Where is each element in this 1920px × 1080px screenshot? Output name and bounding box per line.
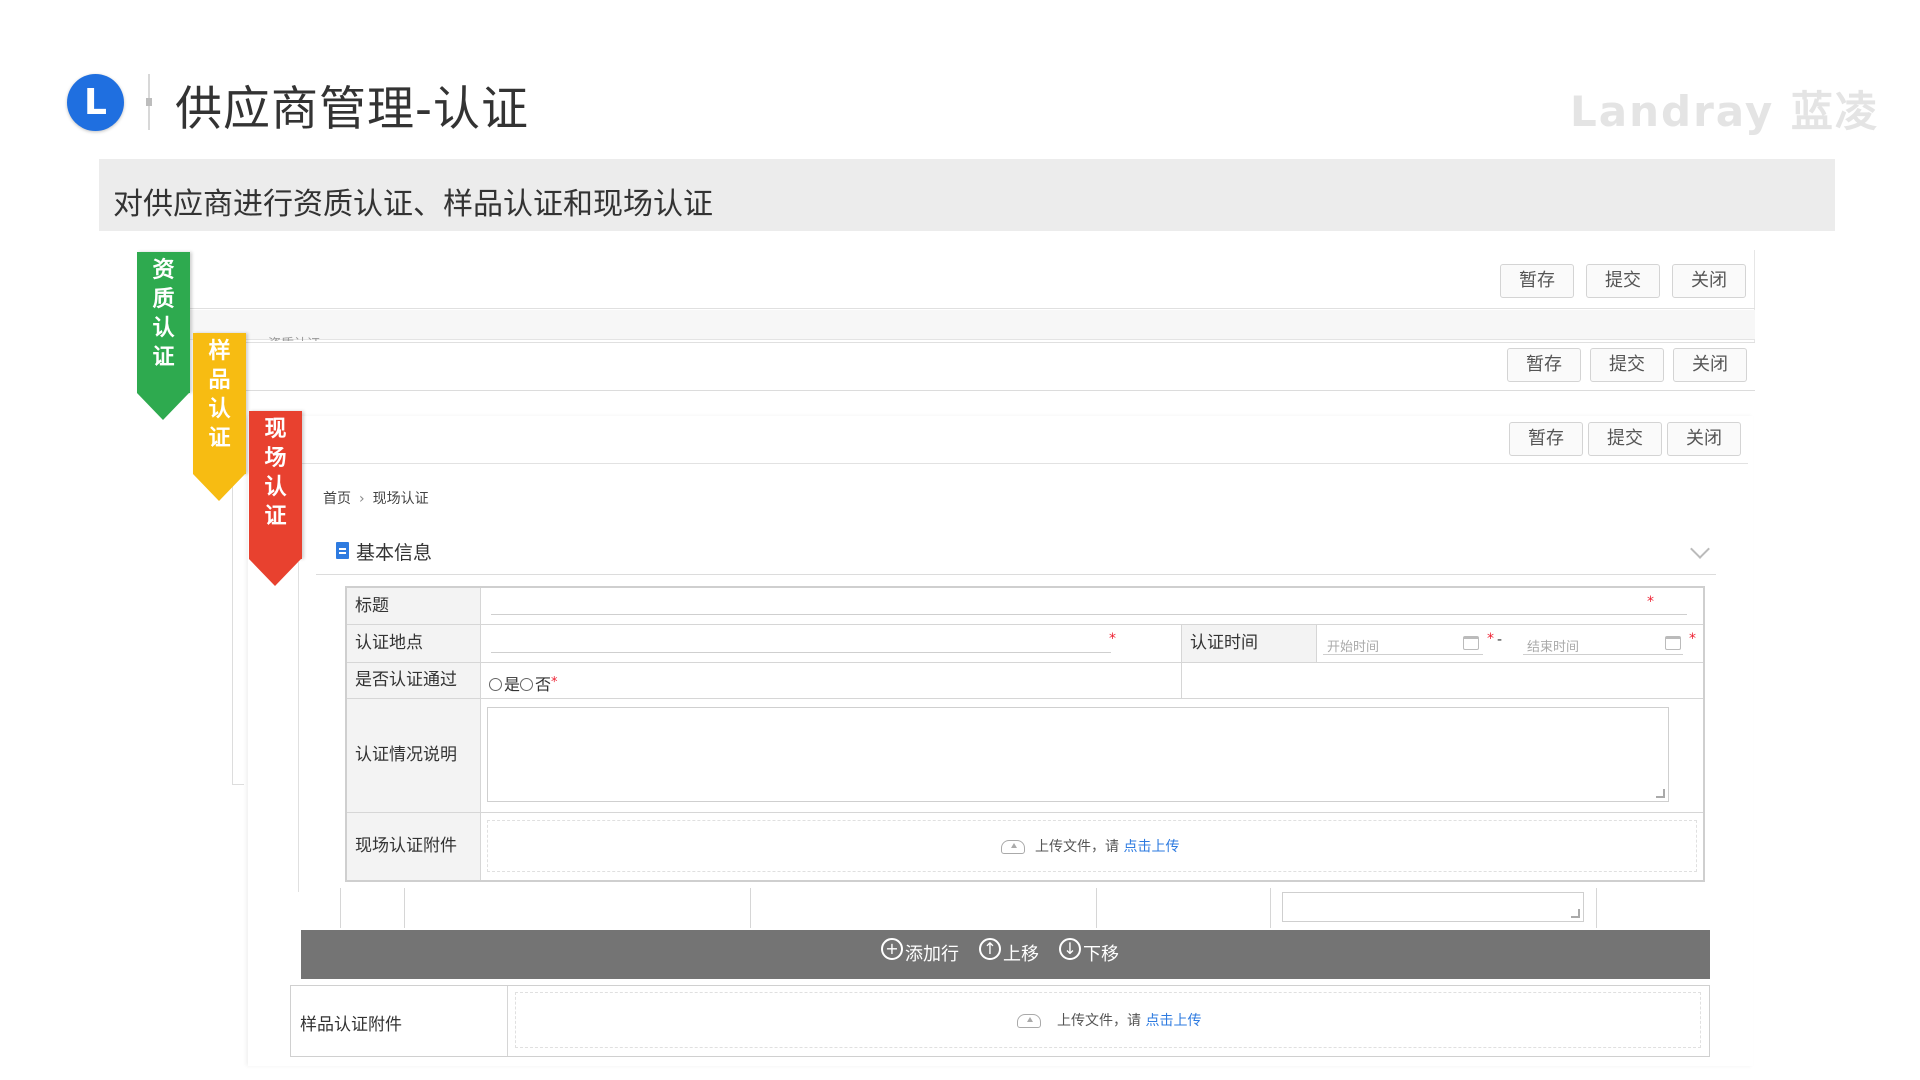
plus-circle-icon: + xyxy=(881,938,903,960)
required-mark: * xyxy=(551,675,558,690)
header-divider-tick xyxy=(146,98,152,106)
row-divider xyxy=(347,662,1703,663)
window-qualification-strip xyxy=(190,310,1755,340)
submit-button[interactable]: 提交 xyxy=(1588,422,1662,456)
passed-label: 是否认证通过 xyxy=(347,663,481,698)
radio-yes[interactable] xyxy=(489,678,502,691)
window-sample-edge xyxy=(232,455,244,785)
ribbon-qualification: 资质认证 xyxy=(137,252,190,420)
section-title: 基本信息 xyxy=(356,542,433,564)
document-icon xyxy=(336,542,349,559)
page-title: 供应商管理-认证 xyxy=(175,82,529,137)
close-button[interactable]: 关闭 xyxy=(1673,348,1747,382)
required-mark: * xyxy=(1109,631,1116,647)
breadcrumb-separator-icon: › xyxy=(359,491,365,507)
row-divider xyxy=(347,812,1703,813)
required-mark: * xyxy=(1487,631,1494,647)
save-button[interactable]: 暂存 xyxy=(1500,264,1574,298)
column-divider xyxy=(1270,888,1271,928)
cloud-upload-icon xyxy=(1001,840,1025,854)
arrow-down-circle-icon: ↓ xyxy=(1059,938,1081,960)
upload-link[interactable]: 点击上传 xyxy=(1145,1013,1201,1029)
start-time-underline xyxy=(1323,654,1483,655)
row-divider xyxy=(347,624,1703,625)
sample-attachment-row: 上传文件，请 点击上传 xyxy=(290,985,1710,1057)
submit-button[interactable]: 提交 xyxy=(1586,264,1660,298)
upload-link[interactable]: 点击上传 xyxy=(1123,839,1179,855)
move-down-button[interactable]: ↓ 下移 xyxy=(1059,938,1119,966)
ribbon-onsite: 现场认证 xyxy=(249,411,302,586)
detail-table-toolbar: + 添加行 ↑ 上移 ↓ 下移 xyxy=(301,930,1710,979)
subtitle-banner: 对供应商进行资质认证、样品认证和现场认证 xyxy=(99,159,1835,231)
row-divider xyxy=(347,698,1703,699)
row-textarea[interactable] xyxy=(1282,892,1584,922)
passed-radio-group: 是否* xyxy=(489,671,558,695)
close-button[interactable]: 关闭 xyxy=(1667,422,1741,456)
column-divider xyxy=(340,888,341,928)
column-divider xyxy=(1596,888,1597,928)
upload-hint: 上传文件，请 点击上传 xyxy=(1035,839,1180,855)
save-button[interactable]: 暂存 xyxy=(1507,348,1581,382)
close-button[interactable]: 关闭 xyxy=(1672,264,1746,298)
title-input[interactable] xyxy=(491,614,1687,615)
range-dash: - xyxy=(1497,632,1503,648)
title-label: 标题 xyxy=(347,588,481,624)
column-divider xyxy=(750,888,751,928)
window-onsite-divider xyxy=(300,463,1748,464)
add-row-button[interactable]: + 添加行 xyxy=(881,938,959,966)
radio-yes-label[interactable]: 是 xyxy=(504,675,520,694)
time-label: 认证时间 xyxy=(1182,625,1317,662)
radio-no-label[interactable]: 否 xyxy=(535,675,551,694)
sample-details-row xyxy=(300,888,1710,928)
arrow-up-circle-icon: ↑ xyxy=(979,938,1001,960)
upload-hint: 上传文件，请 点击上传 xyxy=(1057,1013,1202,1029)
ribbon-sample: 样品认证 xyxy=(193,333,246,501)
section-divider xyxy=(316,574,1716,575)
breadcrumb: 首页 › 现场认证 xyxy=(323,488,429,508)
location-label: 认证地点 xyxy=(347,625,481,662)
onsite-attachment-label: 现场认证附件 xyxy=(347,813,481,880)
column-divider xyxy=(404,888,405,928)
brand-watermark: Landray 蓝凌 xyxy=(1570,87,1879,136)
required-mark: * xyxy=(1647,594,1654,610)
window-sample-divider xyxy=(220,390,1755,391)
radio-no[interactable] xyxy=(520,678,534,691)
column-divider xyxy=(507,986,508,1056)
sample-attachment-label: 样品认证附件 xyxy=(300,1015,402,1035)
window-qualification-divider xyxy=(190,308,1755,309)
description-label: 认证情况说明 xyxy=(347,699,481,812)
column-divider xyxy=(1096,888,1097,928)
start-time-input[interactable]: 开始时间 xyxy=(1327,636,1379,655)
description-textarea[interactable] xyxy=(487,707,1669,802)
basic-info-form: 标题 * 认证地点 * 认证时间 开始时间 * - 结束时间 * 是否认证通过 … xyxy=(345,586,1705,882)
calendar-icon[interactable] xyxy=(1463,636,1479,650)
save-button[interactable]: 暂存 xyxy=(1509,422,1583,456)
banner-text: 对供应商进行资质认证、样品认证和现场认证 xyxy=(113,187,713,222)
resize-handle-icon[interactable] xyxy=(1571,909,1580,918)
breadcrumb-current: 现场认证 xyxy=(372,491,429,507)
logo-icon: L xyxy=(67,74,124,131)
submit-button[interactable]: 提交 xyxy=(1590,348,1664,382)
location-input[interactable] xyxy=(491,652,1111,653)
move-up-button[interactable]: ↑ 上移 xyxy=(979,938,1039,966)
end-time-underline xyxy=(1523,654,1683,655)
resize-handle-icon[interactable] xyxy=(1656,789,1665,798)
window-qualification-strip-text: 资质认证 xyxy=(268,333,320,341)
window-onsite-edge xyxy=(298,562,306,892)
breadcrumb-home[interactable]: 首页 xyxy=(323,491,351,507)
end-time-input[interactable]: 结束时间 xyxy=(1527,636,1579,655)
calendar-icon[interactable] xyxy=(1665,636,1681,650)
cloud-upload-icon xyxy=(1017,1014,1041,1028)
required-mark: * xyxy=(1689,631,1696,647)
